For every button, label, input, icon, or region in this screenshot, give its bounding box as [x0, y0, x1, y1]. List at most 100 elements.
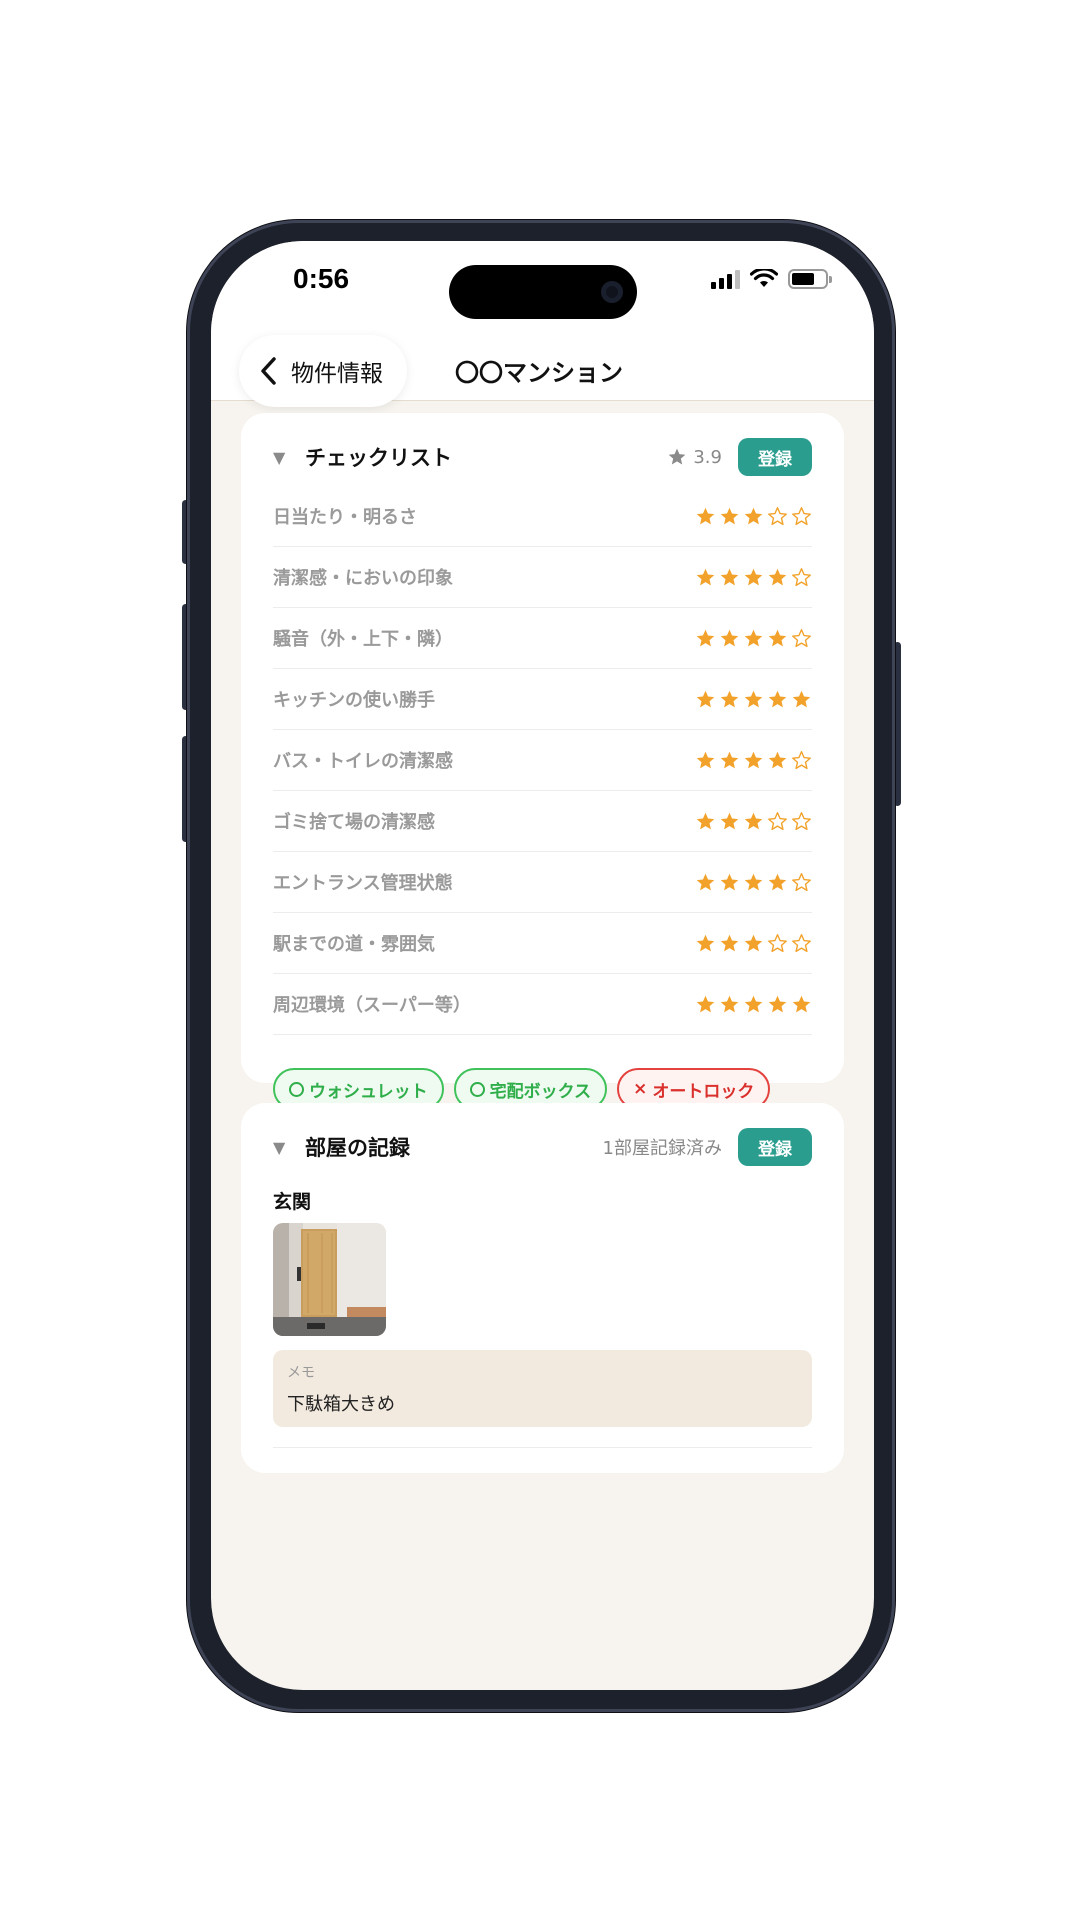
memo-box[interactable]: メモ 下駄箱大きめ — [273, 1350, 812, 1427]
star-filled-icon[interactable] — [767, 689, 788, 710]
screenshot-canvas: 0:56 物件情報 〇〇マンション ▼ チェックリスト 3.9 登録 日当たり・… — [0, 0, 1080, 1920]
star-filled-icon[interactable] — [719, 567, 740, 588]
star-rating[interactable] — [695, 933, 812, 954]
star-empty-icon[interactable] — [791, 567, 812, 588]
star-empty-icon[interactable] — [767, 506, 788, 527]
star-filled-icon[interactable] — [767, 628, 788, 649]
cellular-signal-icon — [711, 269, 740, 289]
average-rating-value: 3.9 — [693, 446, 722, 468]
star-filled-icon[interactable] — [695, 689, 716, 710]
checklist-item-label: ゴミ捨て場の清潔感 — [273, 812, 435, 833]
checklist-row[interactable]: 駅までの道・雰囲気 — [273, 913, 812, 974]
checklist-register-button[interactable]: 登録 — [738, 438, 812, 476]
star-filled-icon[interactable] — [695, 567, 716, 588]
dynamic-island — [449, 265, 637, 319]
checklist-item-label: 騒音（外・上下・隣） — [273, 629, 453, 650]
collapse-triangle-icon[interactable]: ▼ — [273, 1138, 305, 1157]
star-filled-icon[interactable] — [719, 994, 740, 1015]
star-filled-icon[interactable] — [743, 994, 764, 1015]
checklist-row[interactable]: 周辺環境（スーパー等） — [273, 974, 812, 1035]
star-filled-icon[interactable] — [719, 872, 740, 893]
battery-icon — [788, 269, 832, 289]
star-filled-icon[interactable] — [791, 994, 812, 1015]
divider — [273, 1447, 812, 1448]
feature-tag-label: 宅配ボックス — [489, 1081, 592, 1102]
star-filled-icon[interactable] — [743, 811, 764, 832]
room-count: 1部屋記録済み — [602, 1138, 722, 1159]
star-filled-icon[interactable] — [695, 933, 716, 954]
star-icon — [669, 448, 686, 465]
star-rating[interactable] — [695, 872, 812, 893]
star-rating[interactable] — [695, 689, 812, 710]
back-button[interactable]: 物件情報 — [239, 335, 407, 407]
star-empty-icon[interactable] — [791, 811, 812, 832]
star-empty-icon[interactable] — [791, 933, 812, 954]
star-filled-icon[interactable] — [743, 506, 764, 527]
feature-tag-label: オートロック — [652, 1081, 755, 1102]
star-empty-icon[interactable] — [791, 750, 812, 771]
room-name: 玄関 — [273, 1191, 312, 1213]
star-filled-icon[interactable] — [719, 506, 740, 527]
room-register-button[interactable]: 登録 — [738, 1128, 812, 1166]
star-filled-icon[interactable] — [743, 933, 764, 954]
star-filled-icon[interactable] — [743, 628, 764, 649]
star-rating[interactable] — [695, 628, 812, 649]
cross-mark-icon: × — [633, 1079, 648, 1099]
star-empty-icon[interactable] — [767, 811, 788, 832]
checklist-row[interactable]: バス・トイレの清潔感 — [273, 730, 812, 791]
star-filled-icon[interactable] — [695, 994, 716, 1015]
star-filled-icon[interactable] — [695, 750, 716, 771]
room-records-header[interactable]: ▼ 部屋の記録 1部屋記録済み 登録 — [273, 1127, 812, 1167]
star-filled-icon[interactable] — [695, 506, 716, 527]
checklist-header[interactable]: ▼ チェックリスト 3.9 登録 — [273, 437, 812, 477]
star-filled-icon[interactable] — [743, 689, 764, 710]
star-filled-icon[interactable] — [719, 933, 740, 954]
checklist-row[interactable]: キッチンの使い勝手 — [273, 669, 812, 730]
checklist-row[interactable]: 清潔感・においの印象 — [273, 547, 812, 608]
checklist-item-label: 日当たり・明るさ — [273, 507, 417, 528]
star-filled-icon[interactable] — [719, 628, 740, 649]
star-empty-icon[interactable] — [791, 628, 812, 649]
page-title: 〇〇マンション — [455, 359, 623, 387]
star-filled-icon[interactable] — [695, 628, 716, 649]
checklist-item-label: 駅までの道・雰囲気 — [273, 934, 435, 955]
star-filled-icon[interactable] — [743, 567, 764, 588]
star-filled-icon[interactable] — [767, 872, 788, 893]
star-filled-icon[interactable] — [719, 689, 740, 710]
star-filled-icon[interactable] — [695, 811, 716, 832]
star-empty-icon[interactable] — [767, 933, 788, 954]
checklist-row[interactable]: エントランス管理状態 — [273, 852, 812, 913]
phone-screen: 0:56 物件情報 〇〇マンション ▼ チェックリスト 3.9 登録 日当たり・… — [211, 241, 874, 1690]
star-filled-icon[interactable] — [719, 811, 740, 832]
feature-tag-label: ウォシュレット — [309, 1081, 428, 1102]
star-rating[interactable] — [695, 994, 812, 1015]
checklist-row[interactable]: 日当たり・明るさ — [273, 486, 812, 547]
star-filled-icon[interactable] — [743, 872, 764, 893]
memo-text: 下駄箱大きめ — [287, 1394, 395, 1415]
star-rating[interactable] — [695, 811, 812, 832]
checklist-row[interactable]: ゴミ捨て場の清潔感 — [273, 791, 812, 852]
star-empty-icon[interactable] — [791, 506, 812, 527]
checklist-row[interactable]: 騒音（外・上下・隣） — [273, 608, 812, 669]
circle-mark-icon — [469, 1081, 485, 1097]
star-filled-icon[interactable] — [791, 689, 812, 710]
checklist-item-label: 周辺環境（スーパー等） — [273, 995, 471, 1016]
star-rating[interactable] — [695, 750, 812, 771]
checklist-card: ▼ チェックリスト 3.9 登録 日当たり・明るさ清潔感・においの印象 騒音（外・… — [241, 413, 844, 1218]
checklist-item-label: バス・トイレの清潔感 — [273, 751, 453, 772]
star-filled-icon[interactable] — [767, 750, 788, 771]
status-icons — [711, 269, 832, 289]
star-filled-icon[interactable] — [767, 994, 788, 1015]
room-photo-thumbnail[interactable] — [273, 1223, 386, 1336]
star-filled-icon[interactable] — [719, 750, 740, 771]
star-rating[interactable] — [695, 567, 812, 588]
collapse-triangle-icon[interactable]: ▼ — [273, 448, 305, 467]
star-filled-icon[interactable] — [695, 872, 716, 893]
checklist-item-label: 清潔感・においの印象 — [273, 568, 453, 589]
room-records-title: 部屋の記録 — [305, 1136, 410, 1160]
star-filled-icon[interactable] — [743, 750, 764, 771]
room-records-card: ▼ 部屋の記録 1部屋記録済み 登録 玄関 メモ 下駄箱大きめ — [241, 1103, 844, 1473]
star-rating[interactable] — [695, 506, 812, 527]
star-empty-icon[interactable] — [791, 872, 812, 893]
star-filled-icon[interactable] — [767, 567, 788, 588]
